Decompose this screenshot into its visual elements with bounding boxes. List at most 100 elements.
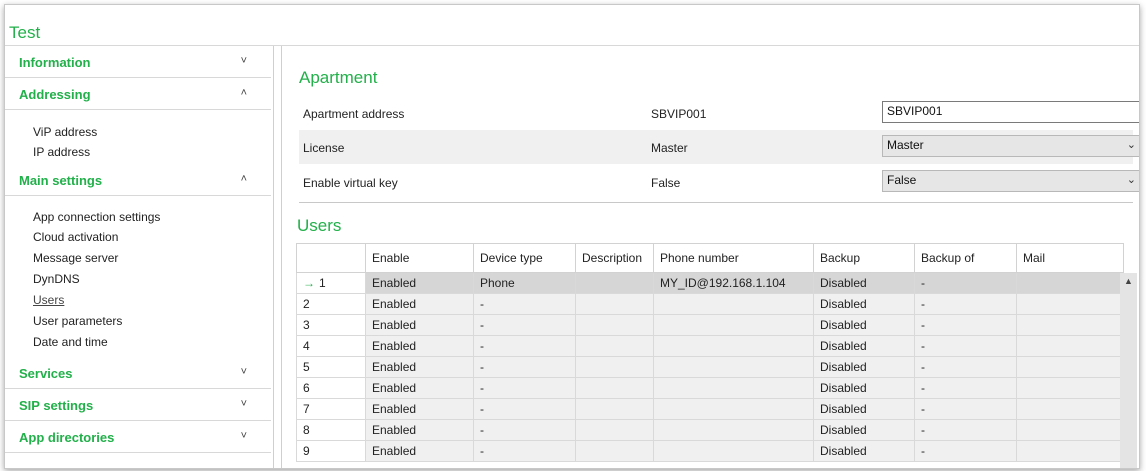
column-header-backup-of[interactable]: Backup of [914, 243, 1017, 273]
cell-backup-of[interactable]: - [914, 314, 1017, 336]
cell-backup[interactable]: Disabled [813, 293, 915, 315]
cell-enable[interactable]: Enabled [365, 293, 474, 315]
table-row[interactable]: 2 Enabled - Disabled - [296, 293, 1124, 315]
table-row[interactable]: 8 Enabled - Disabled - [296, 419, 1124, 441]
sidebar-section-sip-settings[interactable]: SIP settings ˅ [5, 389, 271, 421]
cell-device-type[interactable]: - [473, 377, 576, 399]
sidebar-section-information[interactable]: Information ˅ [5, 46, 271, 78]
cell-backup[interactable]: Disabled [813, 398, 915, 420]
cell-phone-number[interactable] [653, 293, 814, 315]
cell-phone-number[interactable] [653, 377, 814, 399]
sidebar-item-users[interactable]: Users [33, 293, 64, 307]
apartment-address-input[interactable]: SBVIP001 [882, 101, 1139, 123]
cell-mail[interactable] [1016, 419, 1124, 441]
cell-mail[interactable] [1016, 377, 1124, 399]
column-header-phone-number[interactable]: Phone number [653, 243, 814, 273]
cell-description[interactable] [575, 293, 654, 315]
cell-enable[interactable]: Enabled [365, 356, 474, 378]
cell-phone-number[interactable] [653, 398, 814, 420]
cell-device-type[interactable]: - [473, 293, 576, 315]
column-header-mail[interactable]: Mail [1016, 243, 1124, 273]
cell-mail[interactable] [1016, 356, 1124, 378]
cell-device-type[interactable]: Phone [473, 272, 576, 294]
table-row[interactable]: 5 Enabled - Disabled - [296, 356, 1124, 378]
license-select[interactable]: Master ⌄ [882, 135, 1139, 157]
scroll-up-icon[interactable]: ▲ [1124, 276, 1133, 286]
sidebar-item-date-and-time[interactable]: Date and time [33, 335, 108, 349]
cell-mail[interactable] [1016, 314, 1124, 336]
sidebar-item-vip-address[interactable]: ViP address [33, 125, 97, 139]
cell-mail[interactable] [1016, 272, 1124, 294]
cell-backup-of[interactable]: - [914, 356, 1017, 378]
sidebar-item-user-parameters[interactable]: User parameters [33, 314, 122, 328]
cell-enable[interactable]: Enabled [365, 398, 474, 420]
cell-device-type[interactable]: - [473, 419, 576, 441]
cell-mail[interactable] [1016, 440, 1124, 462]
cell-enable[interactable]: Enabled [365, 314, 474, 336]
cell-description[interactable] [575, 314, 654, 336]
cell-backup-of[interactable]: - [914, 272, 1017, 294]
cell-backup[interactable]: Disabled [813, 356, 915, 378]
table-row[interactable]: 9 Enabled - Disabled - [296, 440, 1124, 462]
cell-backup[interactable]: Disabled [813, 377, 915, 399]
cell-description[interactable] [575, 335, 654, 357]
column-header-index[interactable] [296, 243, 366, 273]
cell-backup-of[interactable]: - [914, 398, 1017, 420]
cell-mail[interactable] [1016, 293, 1124, 315]
cell-enable[interactable]: Enabled [365, 335, 474, 357]
cell-backup[interactable]: Disabled [813, 272, 915, 294]
table-row[interactable]: 3 Enabled - Disabled - [296, 314, 1124, 336]
cell-phone-number[interactable] [653, 440, 814, 462]
cell-backup[interactable]: Disabled [813, 314, 915, 336]
cell-phone-number[interactable] [653, 335, 814, 357]
cell-description[interactable] [575, 272, 654, 294]
table-scrollbar[interactable]: ▲ [1120, 273, 1137, 468]
cell-backup-of[interactable]: - [914, 377, 1017, 399]
cell-phone-number[interactable] [653, 419, 814, 441]
table-row[interactable]: 4 Enabled - Disabled - [296, 335, 1124, 357]
cell-phone-number[interactable]: MY_ID@192.168.1.104 [653, 272, 814, 294]
cell-backup-of[interactable]: - [914, 419, 1017, 441]
cell-mail[interactable] [1016, 398, 1124, 420]
cell-description[interactable] [575, 356, 654, 378]
cell-enable[interactable]: Enabled [365, 272, 474, 294]
column-header-description[interactable]: Description [575, 243, 654, 273]
sidebar-section-services[interactable]: Services ˅ [5, 357, 271, 389]
sidebar-item-dyndns[interactable]: DynDNS [33, 272, 80, 286]
column-header-enable[interactable]: Enable [365, 243, 474, 273]
cell-device-type[interactable]: - [473, 398, 576, 420]
sidebar-section-addressing[interactable]: Addressing ˄ [5, 78, 271, 110]
sidebar-item-app-connection-settings[interactable]: App connection settings [33, 210, 160, 224]
cell-description[interactable] [575, 398, 654, 420]
cell-backup-of[interactable]: - [914, 335, 1017, 357]
column-header-device-type[interactable]: Device type [473, 243, 576, 273]
cell-description[interactable] [575, 419, 654, 441]
cell-backup-of[interactable]: - [914, 293, 1017, 315]
cell-phone-number[interactable] [653, 356, 814, 378]
sidebar-item-cloud-activation[interactable]: Cloud activation [33, 230, 118, 244]
cell-mail[interactable] [1016, 335, 1124, 357]
cell-backup[interactable]: Disabled [813, 335, 915, 357]
cell-enable[interactable]: Enabled [365, 377, 474, 399]
cell-description[interactable] [575, 440, 654, 462]
table-row[interactable]: → 1 Enabled Phone MY_ID@192.168.1.104 Dis… [296, 272, 1124, 294]
cell-enable[interactable]: Enabled [365, 419, 474, 441]
table-row[interactable]: 6 Enabled - Disabled - [296, 377, 1124, 399]
cell-device-type[interactable]: - [473, 314, 576, 336]
cell-backup[interactable]: Disabled [813, 440, 915, 462]
cell-enable[interactable]: Enabled [365, 440, 474, 462]
cell-backup[interactable]: Disabled [813, 419, 915, 441]
cell-device-type[interactable]: - [473, 356, 576, 378]
table-row[interactable]: 7 Enabled - Disabled - [296, 398, 1124, 420]
cell-phone-number[interactable] [653, 314, 814, 336]
cell-device-type[interactable]: - [473, 335, 576, 357]
sidebar-item-message-server[interactable]: Message server [33, 251, 118, 265]
cell-description[interactable] [575, 377, 654, 399]
cell-device-type[interactable]: - [473, 440, 576, 462]
virtual-key-select[interactable]: False ⌄ [882, 170, 1139, 192]
column-header-backup[interactable]: Backup [813, 243, 915, 273]
sidebar-section-app-directories[interactable]: App directories ˅ [5, 421, 271, 453]
sidebar-section-main-settings[interactable]: Main settings ˄ [5, 164, 271, 196]
cell-backup-of[interactable]: - [914, 440, 1017, 462]
sidebar-item-ip-address[interactable]: IP address [33, 145, 90, 159]
